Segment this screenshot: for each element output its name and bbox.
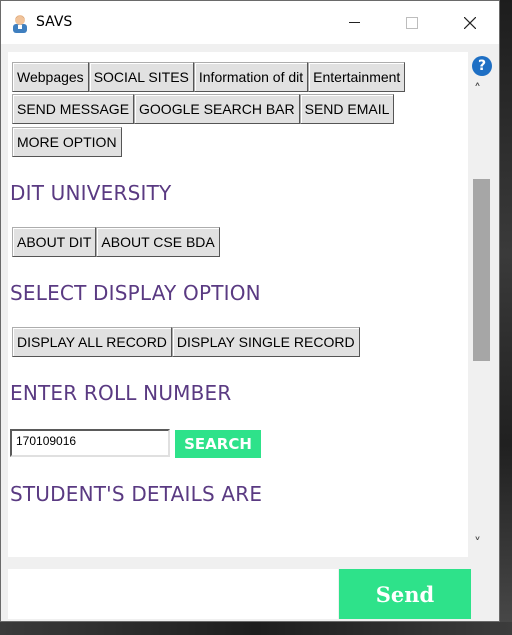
display-all-record-button[interactable]: DISPLAY ALL RECORD [12,327,172,357]
scroll-down-icon[interactable]: ˅ [474,536,481,552]
about-dit-button[interactable]: ABOUT DIT [12,227,97,257]
university-buttons: ABOUT DIT ABOUT CSE BDA [12,227,220,257]
scroll-up-icon[interactable]: ˄ [474,82,481,98]
window-title: SAVS [36,14,73,30]
title-bar: SAVS [1,1,499,44]
minimize-icon [348,22,360,23]
roll-number-heading: ENTER ROLL NUMBER [10,381,232,405]
display-option-heading: SELECT DISPLAY OPTION [10,281,261,305]
roll-number-input[interactable]: 170109016 [10,429,170,457]
information-of-dit-button[interactable]: Information of dit [193,62,309,92]
send-button[interactable]: Send [339,569,471,619]
close-button[interactable] [447,1,493,44]
message-input[interactable] [8,569,338,619]
desktop-background [500,0,512,635]
send-email-button[interactable]: SEND EMAIL [299,94,395,124]
menu-row-2: SEND MESSAGE GOOGLE SEARCH BAR SEND EMAI… [12,94,395,124]
help-icon[interactable]: ? [472,56,492,76]
google-search-bar-button[interactable]: GOOGLE SEARCH BAR [134,94,300,124]
university-heading: DIT UNIVERSITY [10,181,172,205]
social-sites-button[interactable]: SOCIAL SITES [88,62,194,92]
minimize-button[interactable] [331,1,377,44]
desktop-background-bottom [0,622,512,635]
webpages-button[interactable]: Webpages [12,62,89,92]
entertainment-button[interactable]: Entertainment [308,62,406,92]
scroll-content-panel: Webpages SOCIAL SITES Information of dit… [8,52,468,557]
menu-row-3: MORE OPTION [12,127,122,157]
scrollbar-thumb[interactable] [473,179,490,361]
vertical-scrollbar[interactable]: ? ˄ ˅ [470,52,492,557]
display-single-record-button[interactable]: DISPLAY SINGLE RECORD [171,327,360,357]
maximize-icon [406,16,418,29]
student-details-heading: STUDENT'S DETAILS ARE [10,482,263,506]
maximize-button[interactable] [389,1,435,44]
user-avatar-icon [13,15,27,33]
close-icon [464,16,476,29]
send-message-button[interactable]: SEND MESSAGE [12,94,135,124]
search-button[interactable]: SEARCH [175,430,261,458]
display-buttons: DISPLAY ALL RECORD DISPLAY SINGLE RECORD [12,327,360,357]
menu-row-1: Webpages SOCIAL SITES Information of dit… [12,62,406,92]
more-option-button[interactable]: MORE OPTION [12,127,122,157]
app-window: SAVS Webpages SOCIAL SITES Information o… [0,0,500,622]
about-cse-bda-button[interactable]: ABOUT CSE BDA [96,227,220,257]
